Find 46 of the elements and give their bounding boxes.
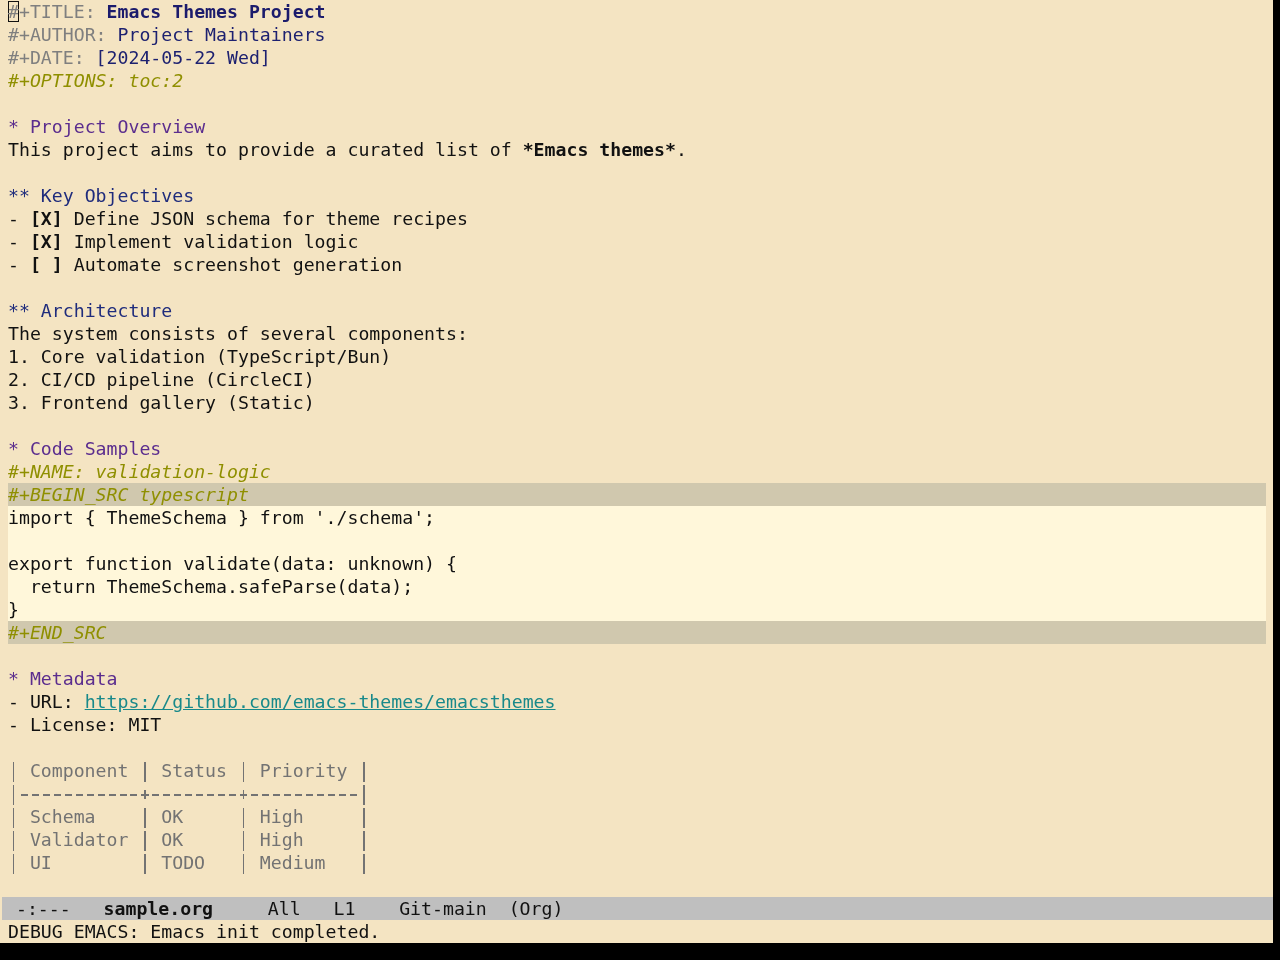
heading: * Project Overview: [8, 115, 206, 138]
table-cell: High: [259, 828, 304, 851]
echo-area-message: DEBUG EMACS: Emacs init completed.: [8, 920, 381, 943]
heading: * Code Samples: [8, 437, 162, 460]
column-header: Component: [29, 759, 129, 782]
line-number: L1: [333, 897, 356, 920]
paragraph: The system consists of several components:: [8, 322, 468, 345]
table-cell: High: [259, 805, 304, 828]
column-header: Status: [161, 759, 227, 782]
column-header: Priority: [259, 759, 348, 782]
checklist-item: - [X] Implement validation logic: [8, 230, 359, 253]
block-delimiter: #+BEGIN_SRC typescript: [8, 483, 249, 506]
checklist-item: - [ ] Automate screenshot generation: [8, 253, 403, 276]
link[interactable]: https://github.com/emacs-themes/emacsthemes: [84, 691, 556, 712]
table-cell: Schema: [29, 805, 96, 828]
list-item: 3. Frontend gallery (Static): [8, 391, 315, 414]
keyword: #+DATE:: [8, 46, 85, 69]
list-item: 1. Core validation (TypeScript/Bun): [8, 345, 392, 368]
checklist-item: - [X] Define JSON schema for theme recipes: [8, 207, 468, 230]
block-name: #+NAME: validation-logic: [8, 460, 271, 483]
keyword: #+OPTIONS:: [8, 69, 118, 92]
table-cell: Validator: [29, 828, 129, 851]
table-cell: OK: [161, 828, 184, 851]
paragraph: This project aims to provide a curated list of *Emacs themes*.: [8, 138, 687, 161]
document-date: [2024-05-22 Wed]: [95, 46, 271, 69]
buffer-name: sample.org: [103, 897, 214, 920]
heading: ** Key Objectives: [8, 184, 195, 207]
option-value: toc:2: [128, 69, 184, 92]
table-cell: UI: [29, 851, 52, 874]
list-item: 2. CI/CD pipeline (CircleCI): [8, 368, 315, 391]
keyword: #+AUTHOR:: [8, 23, 107, 46]
table-cell: TODO: [161, 851, 206, 874]
document-title: Emacs Themes Project: [106, 0, 326, 23]
table-cell: OK: [161, 805, 184, 828]
author-name: Project Maintainers: [117, 23, 326, 46]
vc-branch: Git-main: [399, 897, 487, 920]
code-text: import { ThemeSchema } from './schema'; export function validate(data: unknown) { return ThemeSchema.safeParse(data); }: [8, 506, 457, 621]
heading: * Metadata: [8, 667, 118, 690]
scroll-position: All: [267, 897, 301, 920]
list-item: - URL: https://github.com/emacs-themes/emacsthemes: [8, 690, 556, 713]
table-cell: Medium: [259, 851, 326, 874]
list-item: - License: MIT: [8, 713, 162, 736]
block-delimiter: #+END_SRC: [8, 621, 107, 644]
heading: ** Architecture: [8, 299, 173, 322]
modified-indicator: -:---: [15, 897, 71, 920]
major-mode: (Org): [508, 897, 564, 920]
